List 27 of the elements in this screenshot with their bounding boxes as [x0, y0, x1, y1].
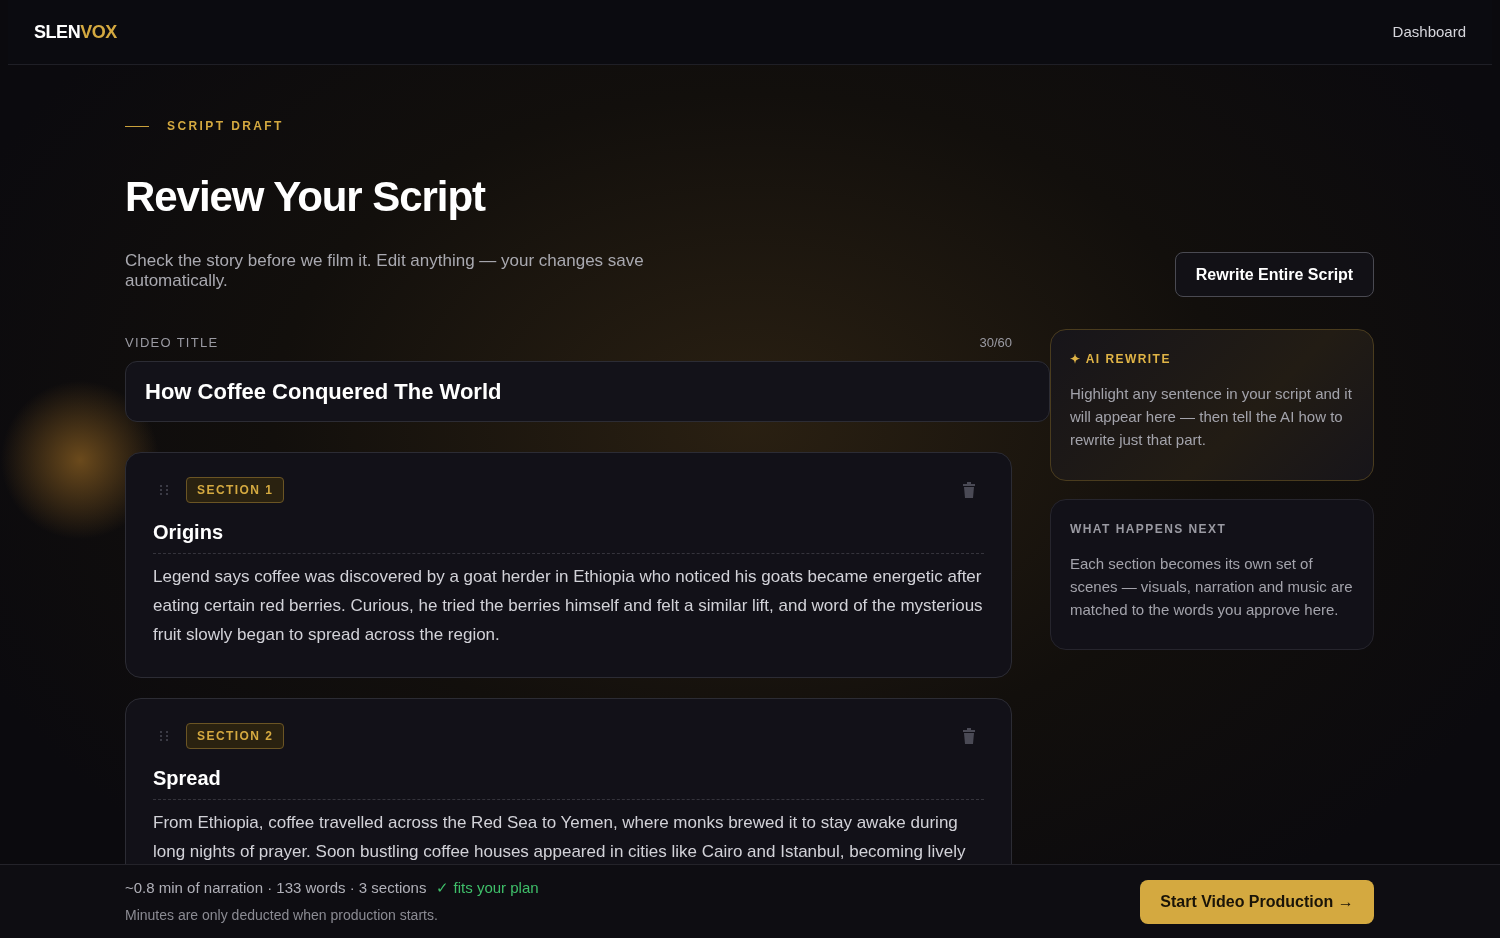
- card-text: Each section becomes its own set of scenes — visuals, narration and music are matched to the words you approve here.: [1070, 554, 1354, 620]
- page-subtitle: Check the story before we film it. Edit anything — your changes save automatically.: [125, 251, 645, 291]
- dashboard-link[interactable]: Dashboard: [1392, 20, 1466, 44]
- eyebrow-label: SCRIPT DRAFT: [167, 118, 284, 135]
- card-heading: WHAT HAPPENS NEXT: [1070, 521, 1228, 538]
- trash-icon[interactable]: [962, 727, 976, 744]
- character-counter: 30/60: [979, 334, 1012, 352]
- section-badge: SECTION 2: [186, 722, 285, 749]
- page-heading: Review Your Script: [125, 173, 487, 221]
- plan-status: ✓ fits your plan: [436, 877, 539, 898]
- narration-stats: ~0.8 min of narration · 133 words · 3 sections: [125, 877, 427, 898]
- section-title[interactable]: Spread: [153, 762, 984, 800]
- footer-note: Minutes are only deducted when production starts.: [125, 906, 439, 926]
- card-heading: ✦ AI REWRITE: [1070, 351, 1172, 368]
- section-badge: SECTION 1: [186, 476, 285, 503]
- card-text: Highlight any sentence in your script and it will appear here — then tell the AI how to rewrite just that part.: [1070, 384, 1353, 450]
- drag-handle-icon[interactable]: [159, 483, 169, 496]
- field-label: VIDEO TITLE: [125, 334, 219, 352]
- start-production-button[interactable]: Start Video Production →: [1140, 879, 1374, 924]
- section-title[interactable]: Origins: [153, 516, 984, 554]
- section-text[interactable]: Legend says coffee was discovered by a goat herder in Ethiopia who noticed his goats became energetic after eating certain red berries. Curious, he tried the berries himself and felt a similar lift, and word of the mysterious fruit slowly began to spread across the region.: [153, 561, 984, 649]
- section-text[interactable]: From Ethiopia, coffee travelled across the Red Sea to Yemen, where monks brewed it to stay awake during long nights of prayer. Soon bustling coffee houses appeared in cities like Cairo and Istanbul, becoming lively: [153, 807, 984, 865]
- rewrite-script-button[interactable]: Rewrite Entire Script: [1175, 252, 1374, 297]
- drag-handle-icon[interactable]: [159, 729, 169, 742]
- logo[interactable]: SLENVOX: [34, 18, 117, 46]
- trash-icon[interactable]: [962, 481, 976, 498]
- title-input-field[interactable]: How Coffee Conquered The World: [125, 360, 1050, 422]
